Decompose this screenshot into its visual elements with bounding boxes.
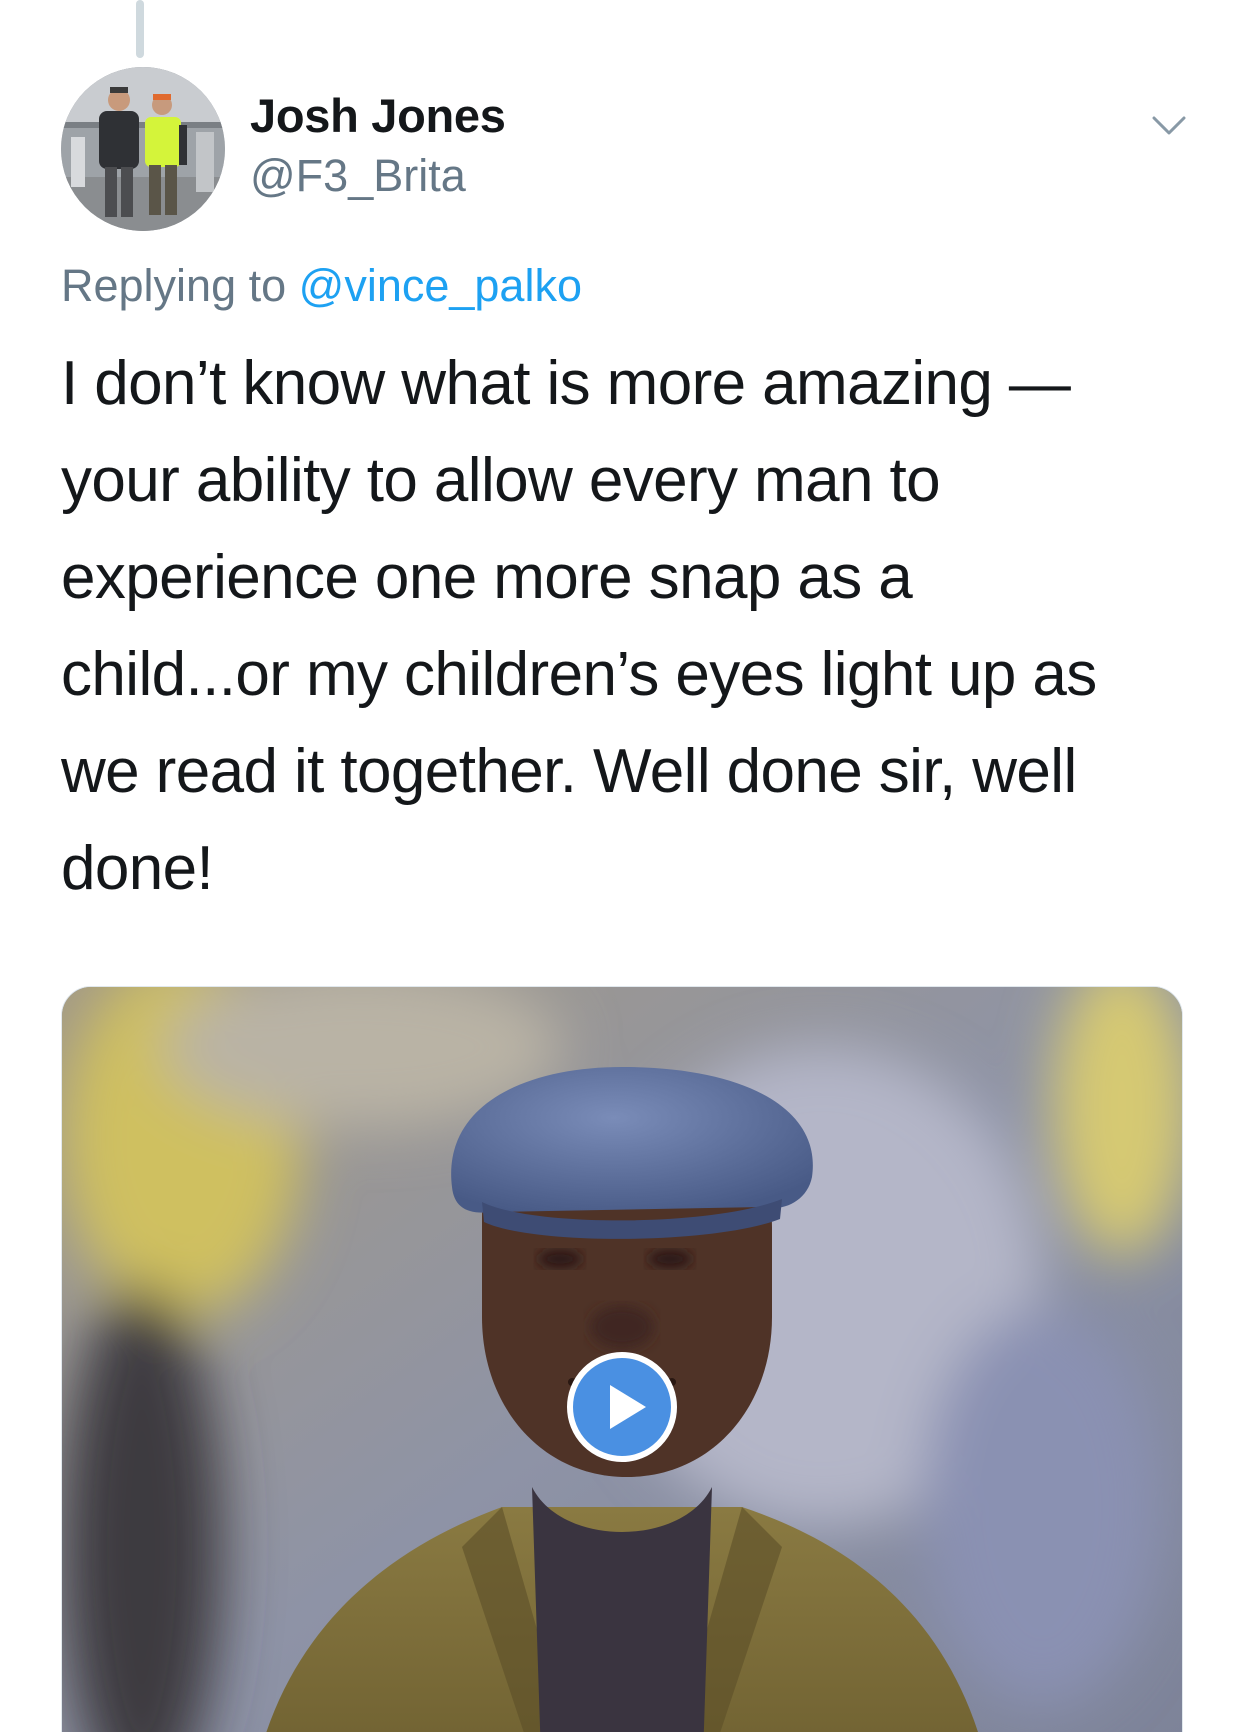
tweet-text-line: I don’t know what is more amazing — bbox=[61, 349, 1071, 418]
chevron-down-icon[interactable] bbox=[1148, 104, 1190, 146]
avatar[interactable] bbox=[61, 67, 225, 231]
play-icon[interactable] bbox=[564, 1349, 680, 1465]
avatar-photo bbox=[61, 67, 225, 231]
author-display-name[interactable]: Josh Jones bbox=[250, 88, 506, 143]
tweet-text-line: your ability to allow every man to bbox=[61, 446, 941, 515]
tweet-text-line: experience one more snap as a bbox=[61, 543, 913, 612]
tweet-text-line: done! bbox=[61, 834, 214, 903]
tweet-screen: Josh Jones @F3_Brita Replying to @vince_… bbox=[0, 0, 1242, 1732]
tweet-text: I don’t know what is more amazing — your… bbox=[61, 335, 1201, 917]
video-thumbnail[interactable] bbox=[61, 986, 1183, 1732]
tweet-text-line: child...or my children’s eyes light up a… bbox=[61, 640, 1097, 709]
reply-context-prefix: Replying to bbox=[61, 260, 299, 311]
author-handle[interactable]: @F3_Brita bbox=[250, 150, 466, 202]
tweet-text-line: we read it together. Well done sir, well bbox=[61, 737, 1077, 806]
reply-context: Replying to @vince_palko bbox=[61, 260, 582, 312]
thread-connector-line bbox=[136, 0, 144, 58]
reply-mention-link[interactable]: @vince_palko bbox=[299, 260, 582, 311]
